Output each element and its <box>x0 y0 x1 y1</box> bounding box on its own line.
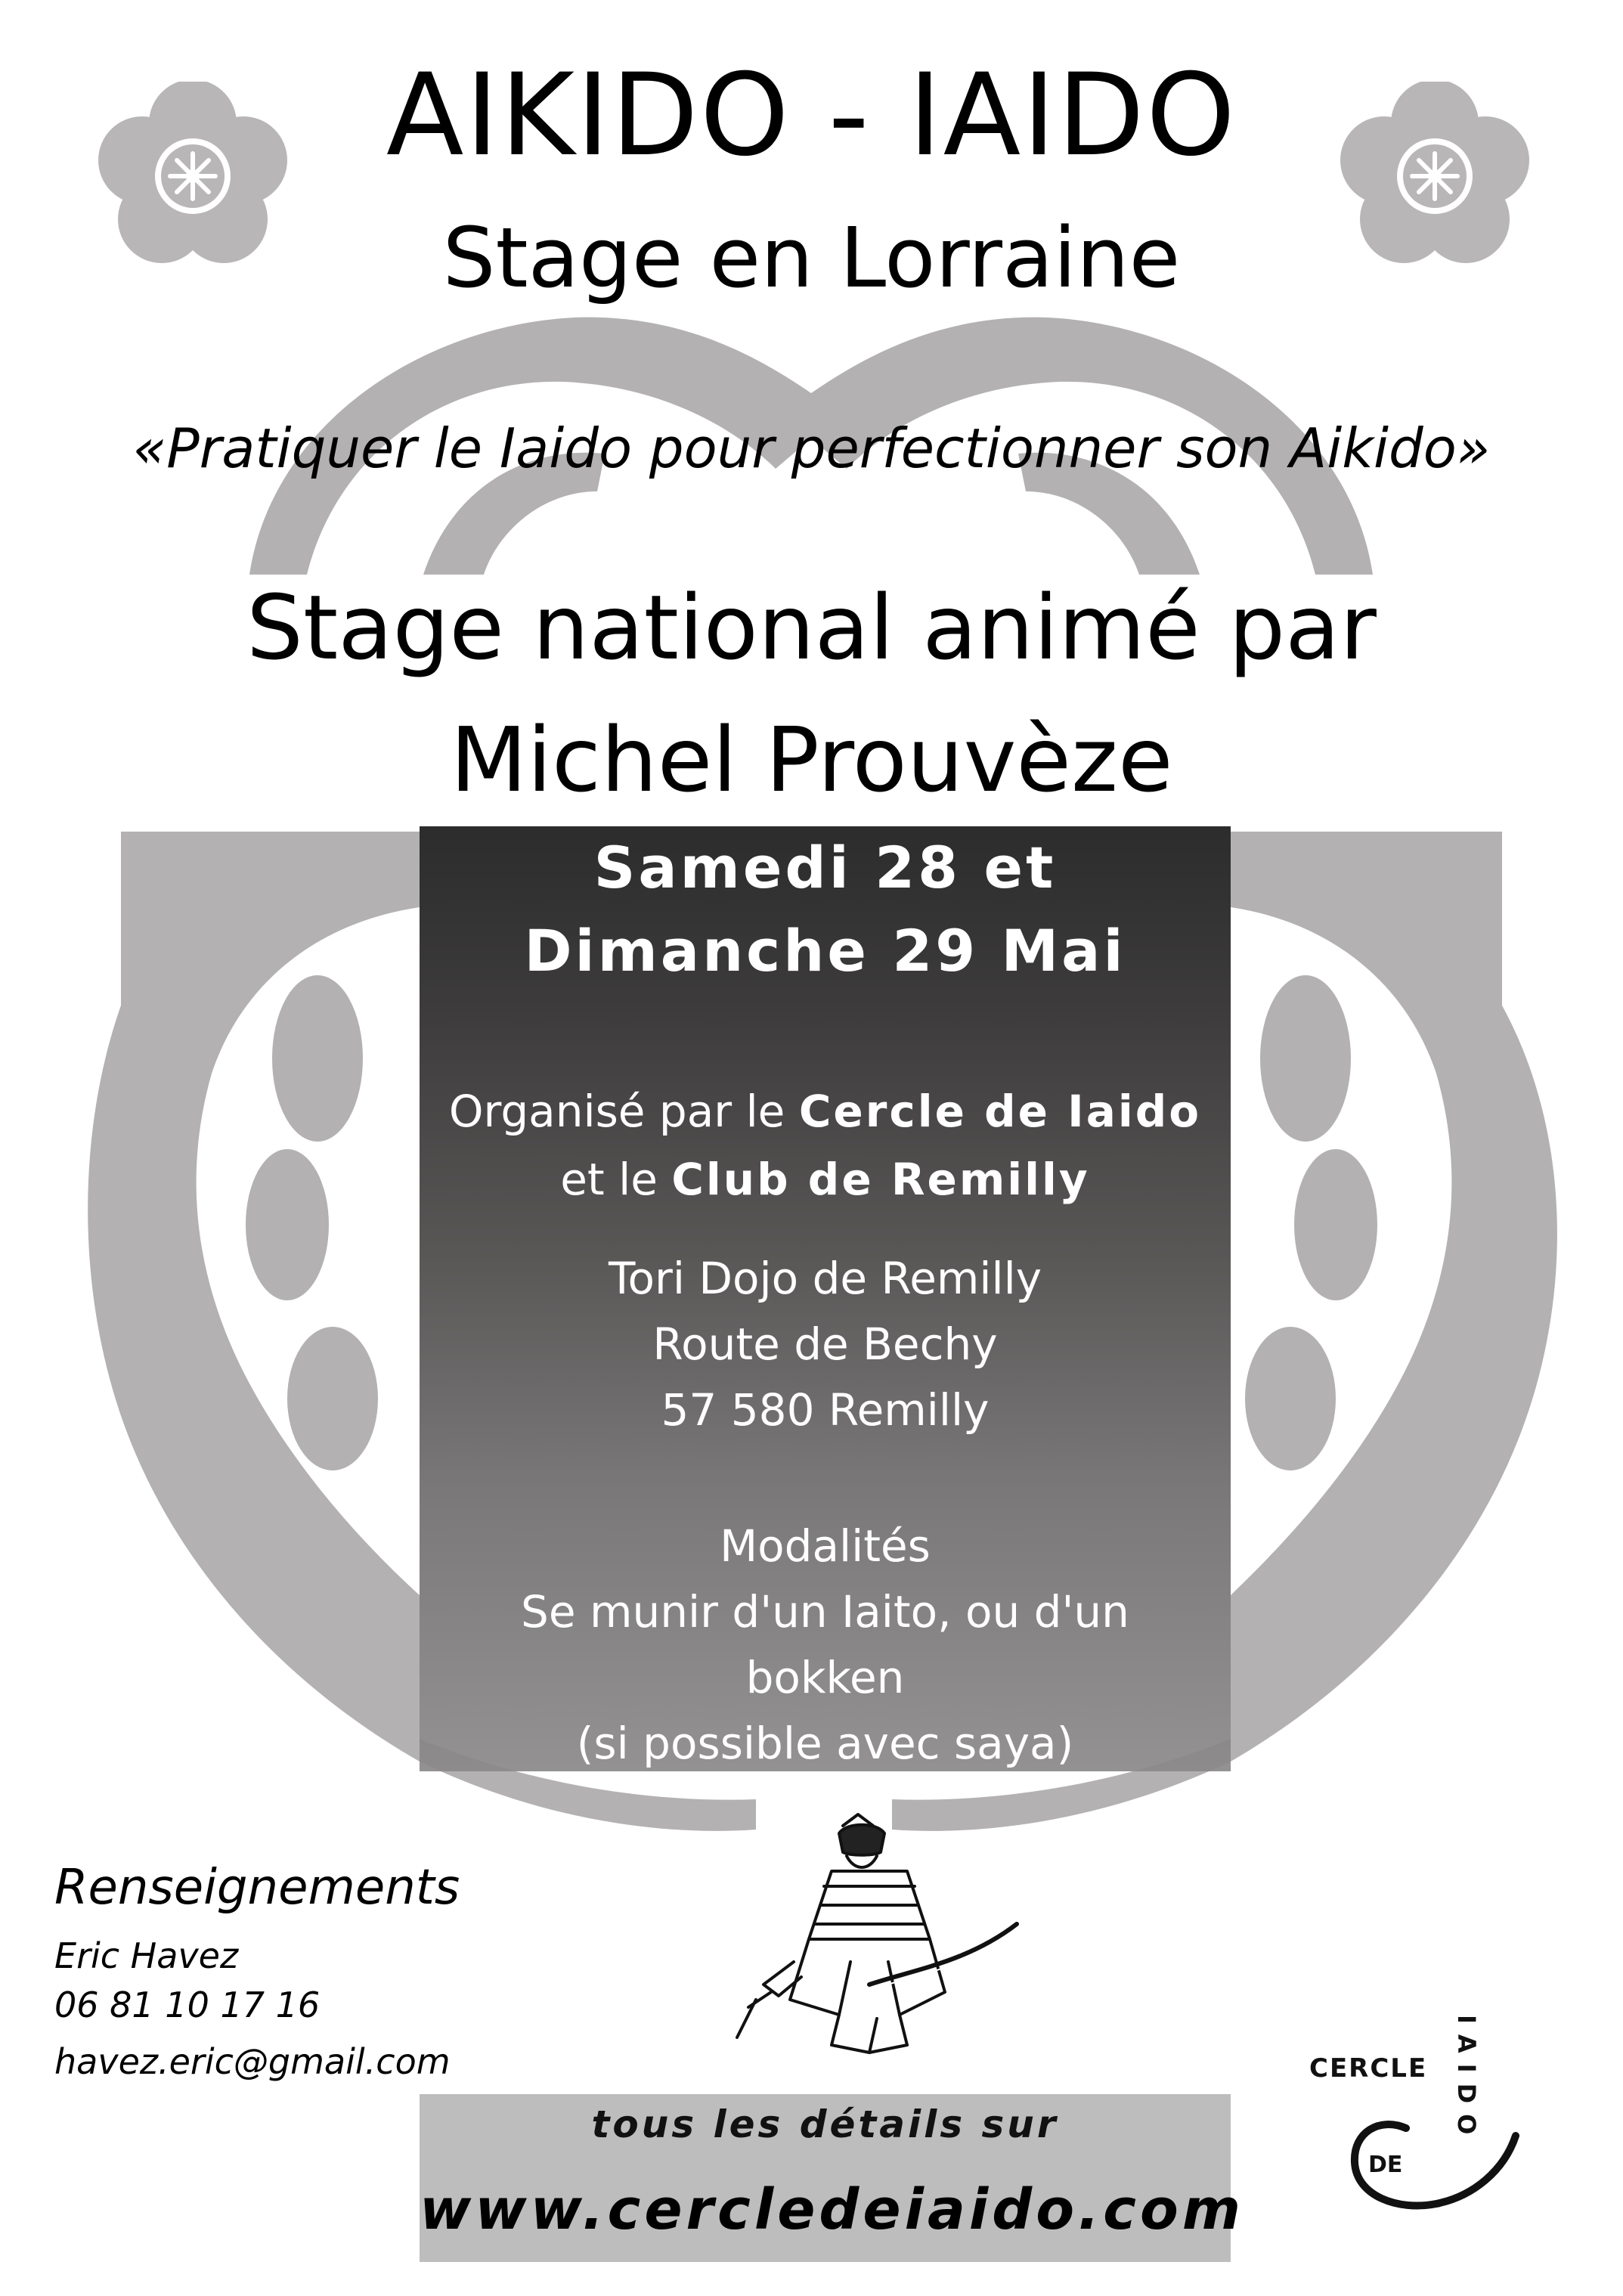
cercle-de-iaido-logo: CERCLE DE IAIDO <box>1309 2015 1519 2210</box>
announcement-line-1: Stage national animé par <box>246 575 1377 680</box>
organizer-line-1: Organisé par le Cercle de Iaido <box>420 1083 1231 1140</box>
contact-phone[interactable]: 06 81 10 17 16 <box>54 1982 320 2028</box>
website-link[interactable]: www.cercledeiaido.com <box>420 2174 1240 2246</box>
event-date-line-2: Dimanche 29 Mai <box>524 917 1126 984</box>
modalities-line-3: (si possible avec saya) <box>576 1718 1074 1769</box>
modalities-title: Modalités <box>720 1520 931 1572</box>
instructor-name: Michel Prouvèze <box>450 708 1173 812</box>
contact-email[interactable]: havez.eric@gmail.com <box>54 2039 451 2084</box>
tagline-quote: «Pratiquer le Iaido pour perfectionner s… <box>132 417 1491 480</box>
logo-bottom-text: DE <box>1368 2152 1402 2178</box>
organizer-prefix: et le <box>560 1154 672 1205</box>
event-date-line-1: Samedi 28 et <box>593 834 1057 901</box>
modalities-line-1: Se munir d'un Iaito, ou d'un <box>521 1586 1129 1638</box>
contact-heading: Renseignements <box>54 1860 460 1916</box>
organizer-name: Club de Remilly <box>671 1154 1090 1205</box>
logo-vertical-text: IAIDO <box>1452 2015 1481 2145</box>
address-venue: Tori Dojo de Remilly <box>608 1253 1042 1304</box>
modalities-line-2: bokken <box>745 1652 905 1703</box>
address-city: 57 580 Remilly <box>661 1384 990 1436</box>
organizer-name: Cercle de Iaido <box>798 1086 1202 1137</box>
flyer-page: AIKIDO - IAIDO Stage en Lorraine «Pratiq… <box>0 0 1623 2296</box>
samurai-illustration-icon <box>736 1813 1020 2054</box>
contact-name: Eric Havez <box>54 1935 239 1976</box>
organizer-line-2: et le Club de Remilly <box>420 1151 1231 1208</box>
page-title: AIKIDO - IAIDO <box>386 50 1237 181</box>
logo-top-text: CERCLE <box>1309 2053 1427 2084</box>
footer-label: tous les détails sur <box>591 2102 1059 2146</box>
address-street: Route de Bechy <box>652 1318 998 1370</box>
page-subtitle: Stage en Lorraine <box>442 209 1181 306</box>
organizer-prefix: Organisé par le <box>448 1086 799 1137</box>
